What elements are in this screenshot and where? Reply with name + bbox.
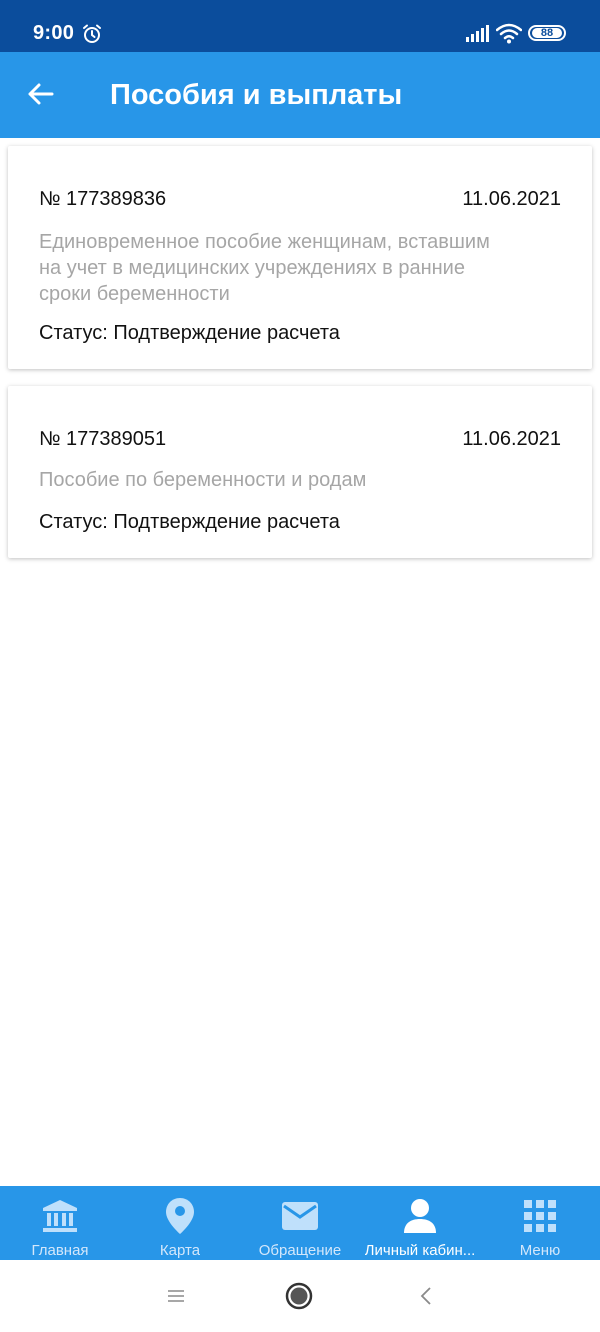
- grid-icon: [520, 1196, 560, 1236]
- description-line: сроки беременности: [39, 283, 230, 305]
- benefit-date: 11.06.2021: [462, 428, 561, 450]
- nav-item-personal-cabinet[interactable]: Личный кабин...: [360, 1186, 480, 1260]
- battery-icon: 88: [528, 25, 566, 41]
- status-bar: 9:00 88: [0, 0, 600, 52]
- nav-item-map[interactable]: Карта: [120, 1186, 240, 1260]
- nav-item-home[interactable]: Главная: [0, 1186, 120, 1260]
- back-chevron-icon[interactable]: [418, 1286, 434, 1306]
- card-header-row: № 177389051 11.06.2021: [39, 428, 561, 451]
- map-pin-icon: [160, 1196, 200, 1236]
- alarm-icon: [83, 24, 101, 43]
- card-header-row: № 177389836 11.06.2021: [39, 188, 561, 211]
- nav-label: Карта: [159, 1242, 201, 1259]
- page-title: Пособия и выплаты: [110, 79, 403, 111]
- status-time: 9:00: [33, 22, 75, 44]
- description-line: на учет в медицинских учреждениях в ранн…: [39, 257, 465, 279]
- benefit-status: Статус: Подтверждение расчета: [39, 511, 340, 533]
- nav-label: Меню: [519, 1242, 561, 1259]
- arrow-left-icon: [28, 83, 54, 105]
- signal-icon: [466, 25, 489, 42]
- nav-label: Главная: [31, 1242, 89, 1259]
- nav-item-appeal[interactable]: Обращение: [240, 1186, 360, 1260]
- app-bar: Пособия и выплаты: [0, 52, 600, 138]
- benefit-status: Статус: Подтверждение расчета: [39, 322, 340, 344]
- envelope-icon: [280, 1196, 320, 1236]
- benefit-number: № 177389836: [39, 188, 167, 210]
- wifi-icon: [496, 23, 522, 44]
- benefit-description: Единовременное пособие женщинам, вставши…: [39, 229, 542, 307]
- benefit-card[interactable]: № 177389836 11.06.2021 Единовременное по…: [8, 146, 592, 369]
- nav-label: Обращение: [258, 1242, 342, 1259]
- benefit-number: № 177389051: [39, 428, 167, 450]
- battery-level: 88: [532, 28, 562, 39]
- back-button[interactable]: [20, 74, 60, 114]
- bottom-nav: Главная Карта Обращение Личный кабин...: [0, 1186, 600, 1260]
- system-nav-bar: [0, 1260, 600, 1332]
- benefit-card[interactable]: № 177389051 11.06.2021 Пособие по береме…: [8, 386, 592, 558]
- benefit-date: 11.06.2021: [462, 188, 561, 210]
- home-circle-icon[interactable]: [285, 1282, 313, 1310]
- benefit-description: Пособие по беременности и родам: [39, 467, 542, 493]
- description-line: Единовременное пособие женщинам, вставши…: [39, 231, 490, 253]
- bank-icon: [40, 1196, 80, 1236]
- description-line: Пособие по беременности и родам: [39, 469, 367, 491]
- menu-icon[interactable]: [166, 1288, 186, 1304]
- nav-label: Личный кабин...: [364, 1242, 476, 1259]
- nav-item-menu[interactable]: Меню: [480, 1186, 600, 1260]
- person-icon: [400, 1196, 440, 1236]
